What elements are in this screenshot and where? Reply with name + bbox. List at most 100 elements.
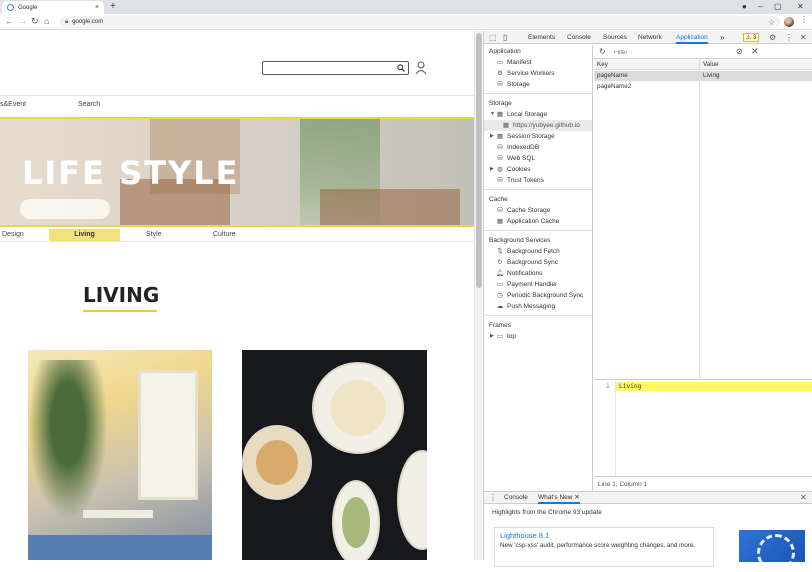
close-drawer-icon[interactable]: ✕ — [800, 493, 807, 502]
sidebar-item-session-storage[interactable]: ▶ ▦ Session Storage — [484, 131, 592, 142]
card-description: New 'csp-xss' audit, performance score w… — [500, 542, 696, 549]
sidebar-divider — [484, 189, 592, 190]
sidebar-item-trust-tokens[interactable]: ⛁ Trust Tokens — [484, 175, 592, 186]
sidebar-item-manifest[interactable]: ▭ Manifest — [484, 57, 592, 68]
sidebar-item-local-storage-origin[interactable]: ▦ https://yubyee.github.io — [484, 120, 592, 131]
sidebar-item-periodic-background-sync[interactable]: ◷ Periodic Background Sync — [484, 290, 592, 301]
new-tab-button[interactable]: + — [110, 1, 116, 12]
card-title[interactable]: Lighthouse 8.1 — [500, 531, 708, 540]
home-icon[interactable]: ⌂ — [44, 16, 49, 26]
sidebar-item-storage[interactable]: ⛁ Storage — [484, 79, 592, 90]
clear-all-icon[interactable]: ⊘ — [736, 47, 743, 56]
devtools-tabbar: ⬚ ▯ Elements Console Sources Network App… — [484, 31, 812, 44]
close-devtools-icon[interactable]: ✕ — [800, 33, 807, 42]
database-icon: ⛁ — [497, 207, 503, 214]
table-cell-key[interactable]: pageName2 — [594, 82, 631, 92]
sidebar-item-indexeddb[interactable]: ⛁ IndexedDB — [484, 142, 592, 153]
sidebar-item-background-fetch[interactable]: ⇅ Background Fetch — [484, 246, 592, 257]
whats-new-card[interactable]: Lighthouse 8.1 New 'csp-xss' audit, perf… — [494, 527, 714, 567]
nav-link-search[interactable]: Search — [78, 101, 100, 108]
column-divider[interactable] — [699, 60, 700, 380]
settings-gear-icon[interactable]: ⚙ — [769, 33, 776, 42]
food-plates-photo[interactable] — [242, 350, 427, 560]
whats-new-content: Highlights from the Chrome 93 update Lig… — [484, 505, 812, 572]
table-cell-value[interactable] — [700, 82, 703, 92]
section-title-storage: Storage — [489, 100, 512, 107]
category-design[interactable]: Design — [2, 229, 24, 241]
column-header-value[interactable]: Value — [700, 60, 719, 70]
minimize-icon[interactable]: – — [758, 2, 762, 11]
category-style[interactable]: Style — [146, 229, 162, 241]
close-window-icon[interactable]: ✕ — [797, 2, 804, 11]
category-living[interactable]: Living — [49, 229, 120, 241]
sidebar-divider — [484, 315, 592, 316]
lighthouse-thumbnail — [739, 530, 805, 572]
living-room-photo[interactable] — [28, 350, 212, 560]
sidebar-item-web-sql[interactable]: ⛁ Web SQL — [484, 153, 592, 164]
filter-input[interactable] — [611, 48, 721, 57]
card-icon: ▭ — [496, 281, 504, 288]
page-scrollbar-thumb[interactable] — [476, 33, 482, 288]
sidebar-item-frame-top[interactable]: ▶ ▭ top — [484, 331, 592, 342]
lock-icon[interactable]: 🔒︎ — [65, 19, 68, 26]
page-scrollbar[interactable] — [474, 31, 482, 560]
sidebar-item-application-cache[interactable]: ▦ Application Cache — [484, 216, 592, 227]
tab-application[interactable]: Application — [676, 31, 708, 44]
tab-elements[interactable]: Elements — [528, 31, 555, 44]
key-value-table[interactable]: Key Value pageName Living pageName2 — [594, 60, 812, 380]
google-favicon-icon — [7, 4, 14, 11]
sidebar-item-background-sync[interactable]: ↻ Background Sync — [484, 257, 592, 268]
drawer-tab-console[interactable]: Console — [504, 492, 528, 504]
record-icon[interactable]: ● — [742, 2, 747, 11]
table-cell-key[interactable]: pageName — [594, 71, 628, 81]
profile-avatar[interactable] — [784, 17, 794, 27]
sidebar-item-push-messaging[interactable]: ☁ Push Messaging — [484, 301, 592, 312]
sidebar-item-payment-handler[interactable]: ▭ Payment Handler — [484, 279, 592, 290]
url-text[interactable]: google.com — [72, 19, 768, 25]
column-header-key[interactable]: Key — [594, 60, 608, 70]
nav-link-event[interactable]: s&Event — [0, 101, 26, 108]
category-culture[interactable]: Culture — [213, 229, 236, 241]
site-search-input[interactable] — [262, 61, 409, 75]
close-tab-icon[interactable]: ✕ — [574, 494, 579, 501]
omnibox[interactable]: 🔒︎ google.com ☆ — [60, 16, 780, 28]
browser-tab[interactable]: Google × — [2, 1, 104, 14]
value-editor[interactable]: 1 Living — [594, 381, 812, 476]
table-cell-value[interactable]: Living — [700, 71, 719, 81]
reload-icon[interactable]: ↻ — [31, 16, 39, 27]
refresh-icon[interactable]: ↻ — [599, 47, 606, 56]
bookmark-star-icon[interactable]: ☆ — [768, 18, 775, 27]
drawer-tab-whats-new[interactable]: What's New ✕ — [538, 492, 580, 504]
tab-network[interactable]: Network — [638, 31, 662, 44]
user-icon[interactable] — [415, 61, 427, 75]
drawer-menu-icon[interactable]: ⋮ — [489, 493, 497, 502]
inspect-element-icon[interactable]: ⬚ — [489, 33, 497, 42]
tab-sources[interactable]: Sources — [603, 31, 627, 44]
sidebar-item-cookies[interactable]: ▶ ◍ Cookies — [484, 164, 592, 175]
sidebar-item-cache-storage[interactable]: ⛁ Cache Storage — [484, 205, 592, 216]
tab-close-icon[interactable]: × — [95, 4, 99, 11]
devtools-menu-icon[interactable]: ⋮ — [785, 33, 793, 42]
section-title-cache: Cache — [489, 196, 508, 203]
tab-console[interactable]: Console — [567, 31, 591, 44]
document-icon: ▭ — [496, 59, 504, 66]
line-number: 1 — [606, 383, 610, 390]
forward-icon[interactable]: → — [18, 16, 27, 26]
more-tabs-icon[interactable]: » — [720, 31, 724, 44]
sync-icon: ↻ — [497, 259, 503, 266]
section-title-background-services: Background Services — [489, 237, 551, 244]
device-toolbar-icon[interactable]: ▯ — [503, 33, 507, 42]
photo-plate — [397, 450, 427, 550]
frame-icon: ▭ — [496, 333, 504, 340]
delete-selected-icon[interactable]: ✕ — [751, 46, 759, 57]
devtools-panel: ⬚ ▯ Elements Console Sources Network App… — [483, 31, 812, 572]
sidebar-item-local-storage[interactable]: ▼ ▦ Local Storage — [484, 109, 592, 120]
maximize-icon[interactable]: ▢ — [774, 2, 782, 11]
search-icon[interactable] — [397, 64, 405, 72]
chrome-menu-icon[interactable]: ⋮ — [800, 15, 808, 24]
back-icon[interactable]: ← — [5, 16, 14, 26]
sidebar-item-service-workers[interactable]: ⚙ Service Workers — [484, 68, 592, 79]
sidebar-item-notifications[interactable]: 🔔︎ Notifications — [484, 268, 592, 279]
warnings-badge[interactable]: ⚠ 3 — [743, 33, 760, 42]
editor-line[interactable]: Living — [616, 382, 812, 391]
